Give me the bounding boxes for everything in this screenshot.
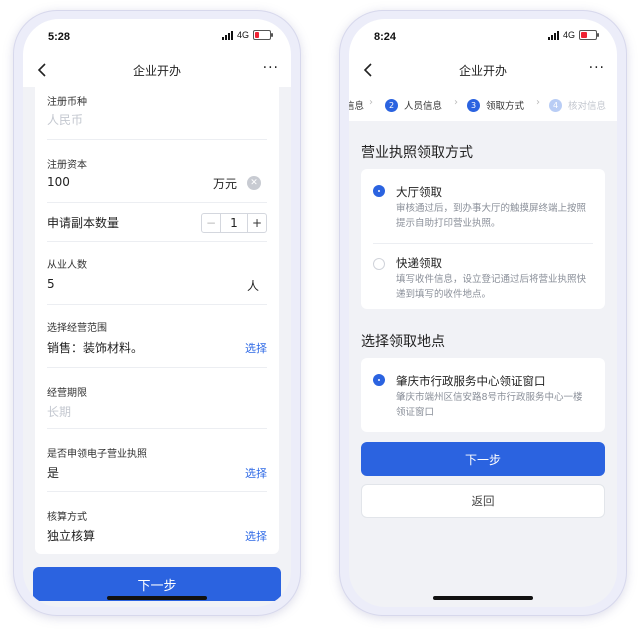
step-4-label: 核对信息 [568, 101, 607, 112]
step-3: 3 领取方式 [467, 98, 524, 112]
location-desc: 肇庆市端州区信安路8号市行政服务中心一楼领证窗口 [396, 392, 583, 418]
step-1-label: 信息 [349, 101, 365, 112]
copies-stepper: − 1 + [201, 213, 267, 233]
copies-label: 申请副本数量 [47, 216, 120, 230]
step-3-number: 3 [467, 98, 480, 112]
page-title: 企业开办 [458, 63, 507, 78]
step-2-number: 2 [385, 98, 398, 112]
capital-row: 注册资本 100 万元 ✕ [47, 140, 267, 203]
location-title: 肇庆市行政服务中心领证窗口 [396, 374, 546, 388]
chevron-right-icon: › [369, 97, 373, 108]
signal-icon [547, 30, 559, 40]
next-button[interactable]: 下一步 [361, 442, 605, 476]
radio-selected-icon[interactable] [374, 186, 384, 196]
step-4: 4 核对信息 [549, 98, 606, 112]
capital-label: 注册资本 [47, 160, 87, 171]
accounting-label: 核算方式 [47, 512, 87, 523]
accounting-value: 独立核算 [47, 529, 96, 543]
radio-unselected-icon[interactable] [373, 258, 385, 270]
option-express-desc: 填写收件信息，设立登记通过后将营业执照快递到填写的收件地点。 [396, 274, 587, 300]
network-type: 4G [236, 30, 249, 40]
scope-value: 销售：装饰材料。 [47, 341, 144, 355]
employees-label: 从业人数 [47, 260, 87, 271]
elicense-label: 是否申领电子营业执照 [47, 449, 147, 460]
signal-icon [221, 30, 233, 40]
pickup-location-title: 选择领取地点 [361, 334, 445, 350]
minus-button[interactable]: − [202, 214, 221, 232]
accounting-row: 核算方式 独立核算 选择 [47, 492, 267, 554]
elicense-row: 是否申领电子营业执照 是 选择 [47, 429, 267, 492]
left-screen: 5:28 4G 企业开办 ··· 注册币种 人民币 注册资本 100 万元 ✕ [23, 19, 291, 607]
step-progress: 信息 › 2 人员信息 › 3 领取方式 › 4 核对信息 [349, 87, 617, 121]
nav-bar: 企业开办 ··· [349, 53, 617, 87]
step-1: 信息 [349, 98, 364, 112]
pickup-method-title: 营业执照领取方式 [361, 145, 473, 161]
term-field[interactable]: 长期 [47, 403, 71, 420]
more-icon[interactable]: ··· [263, 60, 279, 76]
accounting-select-link[interactable]: 选择 [245, 528, 267, 544]
clear-icon[interactable]: ✕ [247, 176, 261, 190]
back-arrow-icon[interactable] [35, 61, 51, 79]
option-hall[interactable]: 大厅领取 审核通过后，到办事大厅的触摸屏终端上按照提示自助打印营业执照。 [361, 169, 605, 243]
elicense-select-link[interactable]: 选择 [245, 465, 267, 481]
scope-select-link[interactable]: 选择 [245, 340, 267, 356]
capital-unit: 万元 [212, 177, 237, 191]
employees-input[interactable]: 5 [47, 277, 55, 291]
left-phone-frame: 5:28 4G 企业开办 ··· 注册币种 人民币 注册资本 100 万元 ✕ [13, 10, 301, 616]
scope-label: 选择经营范围 [47, 323, 107, 334]
currency-field[interactable]: 人民币 [47, 111, 83, 128]
network-type: 4G [562, 30, 575, 40]
right-screen: 8:24 4G 企业开办 ··· 信息 › 2 人员信息 › 3 领取方式 › … [349, 19, 617, 607]
option-hall-desc: 审核通过后，到办事大厅的触摸屏终端上按照提示自助打印营业执照。 [396, 203, 587, 229]
right-phone-frame: 8:24 4G 企业开办 ··· 信息 › 2 人员信息 › 3 领取方式 › … [339, 10, 627, 616]
step-2-label: 人员信息 [404, 101, 443, 112]
plus-button[interactable]: + [247, 214, 266, 232]
term-row[interactable]: 经营期限 长期 [47, 368, 267, 429]
battery-icon [253, 30, 273, 40]
status-time: 5:28 [48, 31, 71, 43]
copies-row: 申请副本数量 − 1 + [47, 203, 267, 242]
nav-bar: 企业开办 ··· [23, 53, 291, 87]
currency-label: 注册币种 [47, 97, 87, 108]
radio-selected-icon[interactable] [374, 375, 384, 385]
back-button[interactable]: 返回 [361, 484, 605, 518]
step-4-number: 4 [549, 98, 562, 112]
chevron-right-icon: › [536, 97, 540, 108]
home-indicator [107, 596, 207, 600]
option-express-title: 快递领取 [396, 256, 442, 270]
page-title: 企业开办 [132, 63, 181, 78]
scope-row: 选择经营范围 销售：装饰材料。 选择 [47, 305, 267, 368]
currency-row[interactable]: 注册币种 人民币 [47, 87, 267, 140]
step-3-label: 领取方式 [486, 101, 525, 112]
employees-row: 从业人数 5 人 [47, 242, 267, 305]
back-arrow-icon[interactable] [361, 61, 377, 79]
home-indicator [433, 596, 533, 600]
option-hall-title: 大厅领取 [396, 185, 442, 199]
chevron-right-icon: › [454, 97, 458, 108]
status-bar: 8:24 4G [349, 19, 617, 53]
location-card[interactable]: 肇庆市行政服务中心领证窗口 肇庆市端州区信安路8号市行政服务中心一楼领证窗口 [361, 358, 605, 432]
pickup-options-card: 大厅领取 审核通过后，到办事大厅的触摸屏终端上按照提示自助打印营业执照。 快递领… [361, 169, 605, 309]
status-time: 8:24 [374, 31, 397, 43]
elicense-value: 是 [47, 466, 60, 480]
employees-unit: 人 [246, 279, 259, 293]
term-label: 经营期限 [47, 388, 87, 399]
capital-input[interactable]: 100 [47, 175, 70, 189]
step-2: 2 人员信息 [385, 98, 442, 112]
battery-icon [579, 30, 599, 40]
copies-value[interactable]: 1 [221, 214, 247, 232]
form-card: 注册币种 人民币 注册资本 100 万元 ✕ 申请副本数量 − 1 + 从业人数… [35, 87, 279, 554]
option-express[interactable]: 快递领取 填写收件信息，设立登记通过后将营业执照快递到填写的收件地点。 [361, 244, 605, 309]
more-icon[interactable]: ··· [589, 60, 605, 76]
status-bar: 5:28 4G [23, 19, 291, 53]
